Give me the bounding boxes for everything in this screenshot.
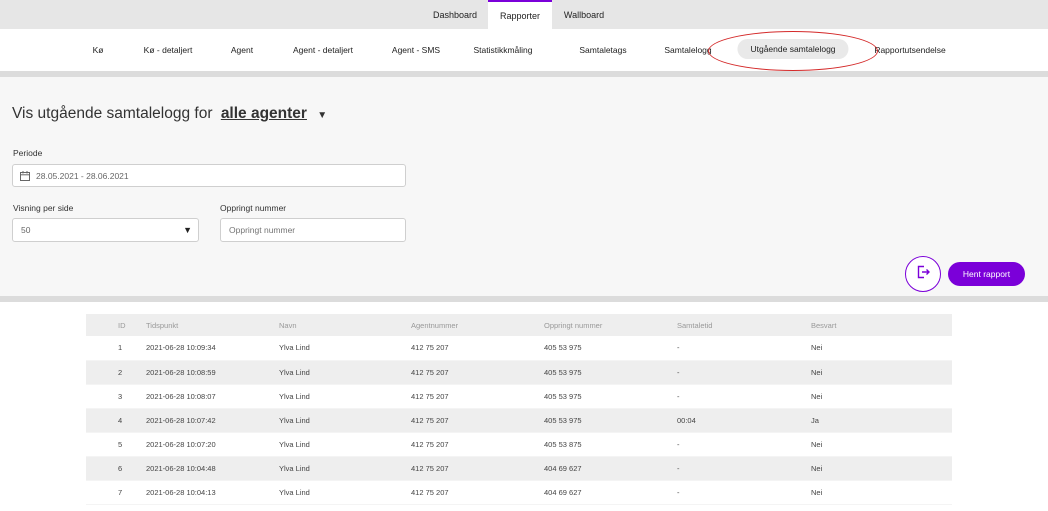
cell-navn: Ylva Lind: [279, 408, 411, 433]
cell-navn: Ylva Lind: [279, 480, 411, 505]
cell-agentnummer: 412 75 207: [411, 336, 544, 361]
agent-selector[interactable]: alle agenter: [221, 105, 307, 122]
cell-agentnummer: 412 75 207: [411, 480, 544, 505]
cell-navn: Ylva Lind: [279, 432, 411, 457]
cell-id: 6: [86, 456, 146, 481]
results-table: ID Tidspunkt Navn Agentnummer Oppringt n…: [86, 314, 952, 505]
cell-navn: Ylva Lind: [279, 336, 411, 361]
calendar-icon: [20, 170, 30, 181]
cell-tidspunkt: 2021-06-28 10:07:42: [146, 408, 279, 433]
table-row[interactable]: 6 2021-06-28 10:04:48 Ylva Lind 412 75 2…: [86, 456, 952, 481]
cell-navn: Ylva Lind: [279, 384, 411, 409]
period-label: Periode: [13, 148, 43, 158]
cell-agentnummer: 412 75 207: [411, 360, 544, 385]
subnav-agent-sms[interactable]: Agent - SMS: [392, 45, 440, 55]
report-sub-nav: Kø Kø - detaljert Agent Agent - detaljer…: [0, 29, 1048, 72]
cell-besvart: Nei: [811, 480, 952, 505]
cell-samtaletid: -: [677, 432, 811, 457]
cell-id: 5: [86, 432, 146, 457]
number-input[interactable]: [220, 218, 406, 242]
cell-agentnummer: 412 75 207: [411, 384, 544, 409]
per-page-select[interactable]: 50 ▼: [12, 218, 199, 242]
cell-samtaletid: -: [677, 336, 811, 361]
tab-wallboard[interactable]: Wallboard: [554, 0, 614, 29]
cell-besvart: Nei: [811, 384, 952, 409]
cell-navn: Ylva Lind: [279, 456, 411, 481]
table-row[interactable]: 5 2021-06-28 10:07:20 Ylva Lind 412 75 2…: [86, 432, 952, 457]
period-field[interactable]: 28.05.2021 - 28.06.2021: [12, 164, 406, 187]
cell-id: 3: [86, 384, 146, 409]
page-title: Vis utgående samtalelogg for alle agente…: [12, 105, 327, 123]
table-row[interactable]: 1 2021-06-28 10:09:34 Ylva Lind 412 75 2…: [86, 336, 952, 361]
subnav-utgaende-samtalelogg[interactable]: Utgående samtalelogg: [737, 39, 849, 59]
number-label: Oppringt nummer: [220, 203, 287, 213]
cell-oppringt-nummer: 405 53 975: [544, 384, 677, 409]
cell-besvart: Ja: [811, 408, 952, 433]
filter-panel: Vis utgående samtalelogg for alle agente…: [0, 77, 1048, 296]
col-header-samtaletid: Samtaletid: [677, 314, 811, 336]
subnav-samtaletags[interactable]: Samtaletags: [579, 45, 626, 55]
cell-oppringt-nummer: 405 53 975: [544, 336, 677, 361]
cell-oppringt-nummer: 404 69 627: [544, 456, 677, 481]
cell-samtaletid: -: [677, 456, 811, 481]
col-header-oppringt-nummer: Oppringt nummer: [544, 314, 677, 336]
cell-oppringt-nummer: 405 53 875: [544, 432, 677, 457]
cell-samtaletid: -: [677, 384, 811, 409]
cell-besvart: Nei: [811, 456, 952, 481]
cell-id: 4: [86, 408, 146, 433]
tab-dashboard[interactable]: Dashboard: [424, 0, 486, 29]
col-header-besvart: Besvart: [811, 314, 952, 336]
divider: [0, 296, 1048, 302]
cell-besvart: Nei: [811, 336, 952, 361]
top-tab-bar: Dashboard Rapporter Wallboard: [0, 0, 1048, 29]
cell-tidspunkt: 2021-06-28 10:08:59: [146, 360, 279, 385]
cell-oppringt-nummer: 404 69 627: [544, 480, 677, 505]
cell-samtaletid: -: [677, 360, 811, 385]
table-row[interactable]: 7 2021-06-28 10:04:13 Ylva Lind 412 75 2…: [86, 480, 952, 505]
cell-agentnummer: 412 75 207: [411, 432, 544, 457]
cell-oppringt-nummer: 405 53 975: [544, 408, 677, 433]
cell-samtaletid: -: [677, 480, 811, 505]
col-header-agentnummer: Agentnummer: [411, 314, 544, 336]
per-page-value: 50: [21, 225, 31, 235]
table-header-row: ID Tidspunkt Navn Agentnummer Oppringt n…: [86, 314, 952, 336]
page-title-text: Vis utgående samtalelogg for: [12, 105, 213, 122]
subnav-agent[interactable]: Agent: [231, 45, 253, 55]
export-icon: [915, 264, 931, 285]
cell-id: 1: [86, 336, 146, 361]
cell-id: 2: [86, 360, 146, 385]
caret-down-icon[interactable]: ▼: [317, 110, 327, 121]
cell-navn: Ylva Lind: [279, 360, 411, 385]
cell-samtaletid: 00:04: [677, 408, 811, 433]
subnav-ko[interactable]: Kø: [93, 45, 104, 55]
subnav-samtalelogg[interactable]: Samtalelogg: [664, 45, 711, 55]
table-row[interactable]: 4 2021-06-28 10:07:42 Ylva Lind 412 75 2…: [86, 408, 952, 433]
subnav-rapportutsendelse[interactable]: Rapportutsendelse: [874, 45, 945, 55]
cell-id: 7: [86, 480, 146, 505]
col-header-id: ID: [86, 314, 146, 336]
subnav-statistikkmaling[interactable]: Statistikkmåling: [473, 45, 532, 55]
cell-agentnummer: 412 75 207: [411, 456, 544, 481]
cell-besvart: Nei: [811, 432, 952, 457]
cell-tidspunkt: 2021-06-28 10:07:20: [146, 432, 279, 457]
table-row[interactable]: 2 2021-06-28 10:08:59 Ylva Lind 412 75 2…: [86, 360, 952, 385]
cell-tidspunkt: 2021-06-28 10:09:34: [146, 336, 279, 361]
col-header-navn: Navn: [279, 314, 411, 336]
subnav-ko-detaljert[interactable]: Kø - detaljert: [144, 45, 193, 55]
tab-rapporter[interactable]: Rapporter: [488, 0, 552, 29]
cell-tidspunkt: 2021-06-28 10:04:48: [146, 456, 279, 481]
col-header-tidspunkt: Tidspunkt: [146, 314, 279, 336]
export-button[interactable]: [905, 256, 941, 292]
cell-agentnummer: 412 75 207: [411, 408, 544, 433]
cell-besvart: Nei: [811, 360, 952, 385]
table-row[interactable]: 3 2021-06-28 10:08:07 Ylva Lind 412 75 2…: [86, 384, 952, 409]
chevron-down-icon: ▼: [183, 225, 192, 235]
fetch-report-button[interactable]: Hent rapport: [948, 262, 1025, 286]
cell-tidspunkt: 2021-06-28 10:04:13: [146, 480, 279, 505]
subnav-agent-detaljert[interactable]: Agent - detaljert: [293, 45, 353, 55]
per-page-label: Visning per side: [13, 203, 74, 213]
period-value: 28.05.2021 - 28.06.2021: [36, 170, 129, 181]
cell-tidspunkt: 2021-06-28 10:08:07: [146, 384, 279, 409]
cell-oppringt-nummer: 405 53 975: [544, 360, 677, 385]
